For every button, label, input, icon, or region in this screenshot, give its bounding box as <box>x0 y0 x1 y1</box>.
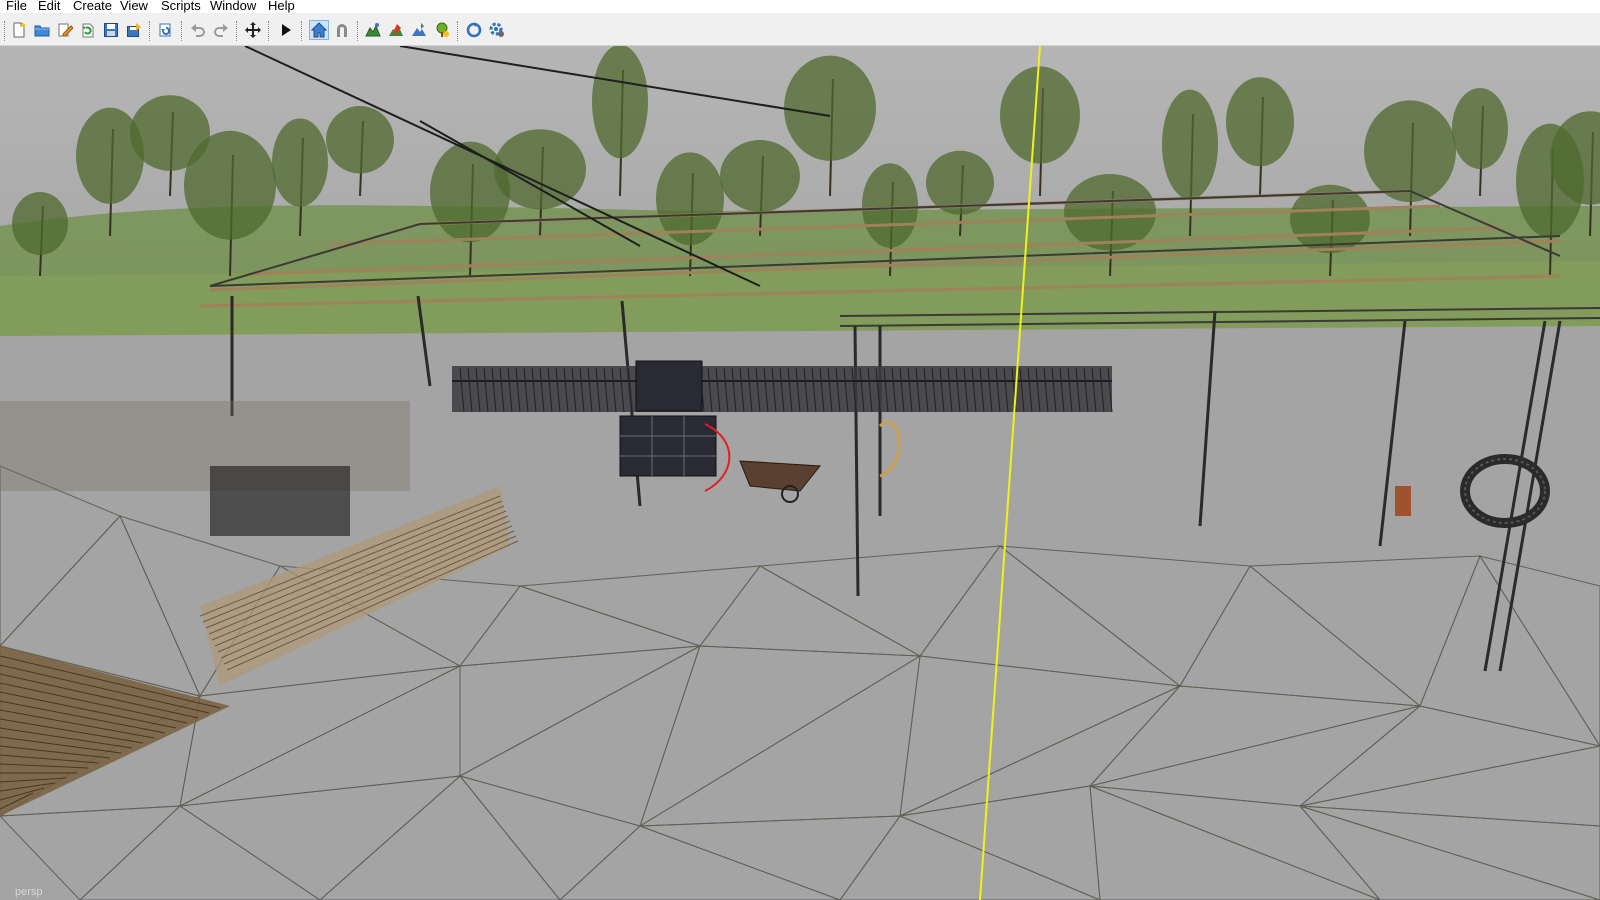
settings-icon <box>489 22 504 37</box>
toolbar-separator <box>357 21 360 41</box>
edit-document-icon <box>58 23 73 37</box>
save-icon <box>104 23 118 37</box>
home-view-icon <box>311 22 327 38</box>
foliage-paint-button[interactable] <box>386 20 406 40</box>
new-file-button[interactable] <box>9 20 29 40</box>
refresh-icon <box>82 23 94 38</box>
undo-icon <box>191 24 205 37</box>
terrain-sculpt-button[interactable] <box>409 20 429 40</box>
export-icon <box>127 23 141 37</box>
new-file-icon <box>13 22 25 38</box>
reload-scripts-icon <box>466 22 482 38</box>
save-button[interactable] <box>101 20 121 40</box>
viewport-scene[interactable] <box>0 46 1600 900</box>
toolbar-separator <box>457 21 460 41</box>
settings-button[interactable] <box>487 20 507 40</box>
import-button[interactable] <box>156 20 176 40</box>
move-tool-icon <box>245 22 261 38</box>
terrain-paint-icon <box>365 23 381 37</box>
open-button[interactable] <box>32 20 52 40</box>
open-folder-icon <box>34 25 50 37</box>
menu-scripts[interactable]: Scripts <box>161 0 201 13</box>
toolbar-grip[interactable] <box>4 21 7 41</box>
menu-create[interactable]: Create <box>73 0 112 13</box>
reload-scripts-button[interactable] <box>464 20 484 40</box>
railing <box>452 366 1113 413</box>
toolbar-separator <box>268 21 271 41</box>
undo-button[interactable] <box>188 20 208 40</box>
import-icon <box>159 23 171 37</box>
barrel <box>1395 486 1411 516</box>
play-icon <box>282 24 291 36</box>
redo-button[interactable] <box>211 20 231 40</box>
play-button[interactable] <box>276 20 296 40</box>
terrain-paint-button[interactable] <box>363 20 383 40</box>
toolbar-separator <box>301 21 304 41</box>
foliage-place-button[interactable] <box>432 20 452 40</box>
refresh-button[interactable] <box>78 20 98 40</box>
toolbar-separator <box>236 21 239 41</box>
menu-file[interactable]: File <box>6 0 27 13</box>
home-view-button[interactable] <box>309 20 329 40</box>
foliage-place-icon <box>436 22 449 37</box>
snap-button[interactable] <box>332 20 352 40</box>
main-toolbar <box>0 16 1600 46</box>
edit-button[interactable] <box>55 20 75 40</box>
menu-bar: File Edit Create View Scripts Window Hel… <box>0 0 1600 13</box>
menu-view[interactable]: View <box>120 0 148 13</box>
menu-help[interactable]: Help <box>268 0 295 13</box>
redo-icon <box>214 24 228 37</box>
camera-label: persp <box>15 886 43 898</box>
menu-window[interactable]: Window <box>210 0 256 13</box>
foliage-paint-icon <box>389 24 403 36</box>
export-button[interactable] <box>124 20 144 40</box>
terrain-sculpt-icon <box>412 23 426 36</box>
magnet-icon <box>337 24 347 37</box>
toolbar-separator <box>149 21 152 41</box>
move-tool-button[interactable] <box>243 20 263 40</box>
toolbar-separator <box>181 21 184 41</box>
menu-edit[interactable]: Edit <box>38 0 60 13</box>
3d-viewport[interactable]: persp <box>0 46 1600 900</box>
